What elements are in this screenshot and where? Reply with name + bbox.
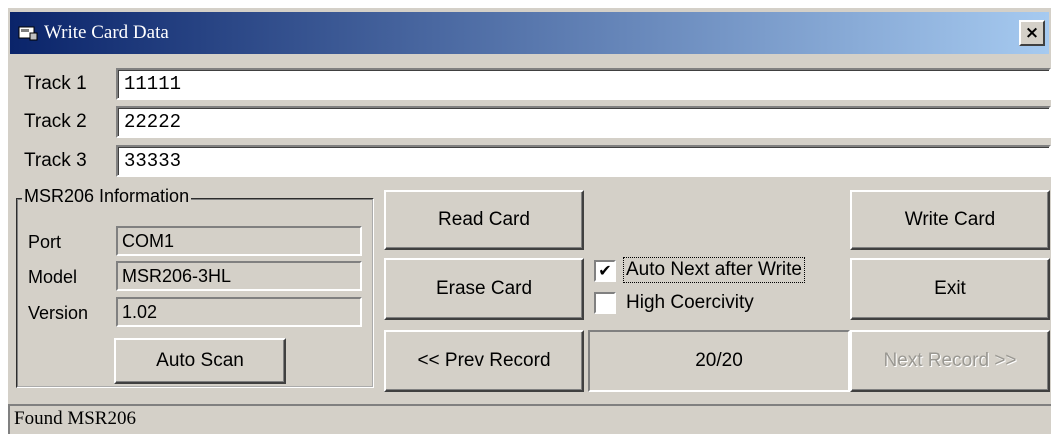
track-3-input[interactable]: 33333 (116, 145, 1051, 177)
card-reader-icon (18, 26, 38, 41)
high-coercivity-label[interactable]: High Coercivity (624, 291, 756, 315)
auto-next-label[interactable]: Auto Next after Write (623, 257, 805, 283)
title-bar[interactable]: Write Card Data × (10, 12, 1049, 54)
port-value: COM1 (116, 226, 362, 256)
track-1-label: Track 1 (24, 73, 87, 94)
model-label: Model (28, 267, 78, 287)
model-value: MSR206-3HL (116, 261, 362, 291)
status-bar: Found MSR206 (8, 404, 1051, 434)
read-card-button[interactable]: Read Card (384, 190, 584, 250)
track-2-label: Track 2 (24, 111, 87, 132)
window-title: Write Card Data (44, 22, 169, 43)
close-button[interactable]: × (1019, 20, 1045, 46)
erase-card-button[interactable]: Erase Card (384, 258, 584, 320)
write-card-button[interactable]: Write Card (850, 190, 1050, 250)
auto-scan-button[interactable]: Auto Scan (114, 338, 286, 384)
group-legend: MSR206 Information (22, 185, 192, 207)
record-counter: 20/20 (588, 330, 850, 392)
track-2-input[interactable]: 22222 (116, 106, 1051, 138)
exit-button[interactable]: Exit (850, 258, 1050, 320)
next-record-button: Next Record >> (850, 330, 1050, 392)
high-coercivity-checkbox[interactable] (594, 292, 616, 314)
auto-next-checkbox[interactable]: ✔ (594, 260, 616, 282)
track-3-label: Track 3 (24, 150, 87, 171)
version-value: 1.02 (116, 297, 362, 327)
track-1-input[interactable]: 11111 (116, 68, 1051, 100)
version-label: Version (28, 303, 89, 323)
write-card-dialog: Write Card Data × Track 1 11111 Track 2 … (6, 6, 1051, 434)
port-label: Port (28, 232, 62, 252)
close-icon: × (1024, 23, 1040, 43)
prev-record-button[interactable]: << Prev Record (384, 330, 584, 392)
checkmark-icon: ✔ (598, 261, 612, 280)
